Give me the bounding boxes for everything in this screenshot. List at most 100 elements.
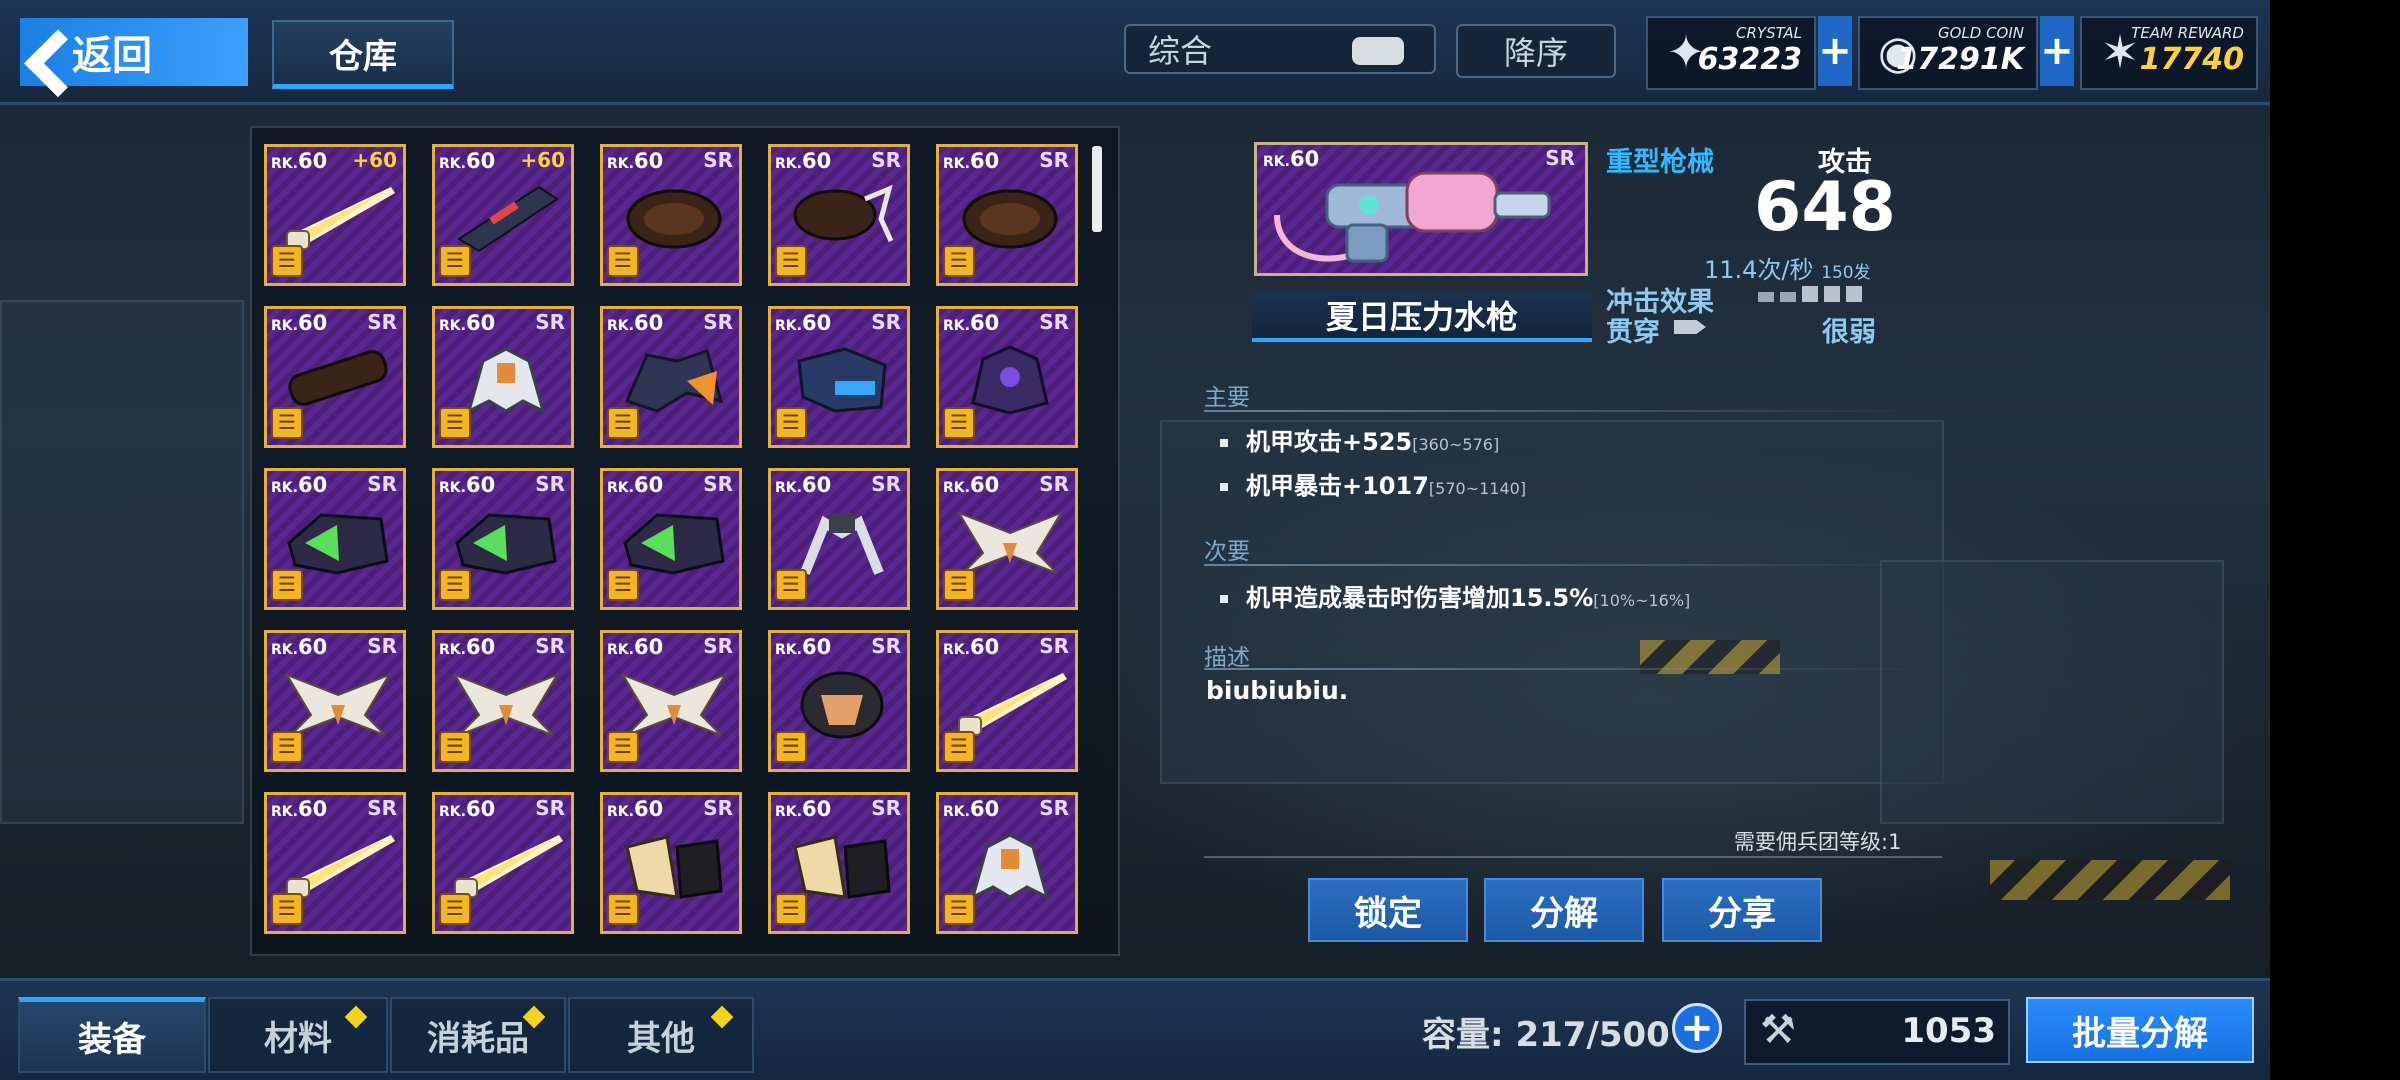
slot-rank: RK.60 [439,149,495,173]
slot-grade: SR [871,634,901,658]
slot-grade: SR [1039,634,1069,658]
slot-grade: SR [871,796,901,820]
inventory-slot[interactable]: RK.60 SR ☰ [432,630,574,772]
inventory-slot[interactable]: RK.60 SR ☰ [600,144,742,286]
beam-icon [449,827,563,903]
inventory-slot[interactable]: RK.60 SR ☰ [432,306,574,448]
back-arrow-icon [20,18,64,86]
rank-prefix: RK. [271,804,298,820]
armor-icon [785,827,899,903]
inventory-slot[interactable]: RK.60 SR ☰ [432,792,574,934]
tab-label: 消耗品 [427,1018,529,1059]
rank-prefix: RK. [943,156,970,172]
inventory-slot[interactable]: RK.60 SR ☰ [936,792,1078,934]
slot-grade: SR [535,634,565,658]
inventory-slot[interactable]: RK.60 SR ☰ [936,144,1078,286]
inventory-slot[interactable]: RK.60 SR ☰ [600,630,742,772]
rank-value: 60 [801,635,832,659]
lock-button[interactable]: 锁定 [1308,878,1468,942]
slot-grade: SR [703,634,733,658]
fist-icon [953,179,1067,255]
slot-rank: RK.60 [775,797,831,821]
slot-grade: SR [703,310,733,334]
sub-stat-text: 机甲造成暴击时伤害增加15.5% [1246,584,1594,612]
inventory-slot[interactable]: RK.60 SR ☰ [768,792,910,934]
main-stat: 机甲暴击+1017[570~1140] [1220,466,1526,501]
beam-icon [953,665,1067,741]
rank-value: 60 [465,797,496,821]
crystal-add-button[interactable]: + [1818,16,1852,86]
slot-rank: RK.60 [775,635,831,659]
tab-warehouse[interactable]: 仓库 [272,20,454,89]
fire-rate: 11.4次/秒 150发 [1704,250,1871,285]
slot-grade: SR [535,472,565,496]
mech-orange-icon [617,341,731,417]
inventory-scrollbar[interactable] [1092,146,1102,232]
inventory-slot[interactable]: RK.60 SR ☰ [264,630,406,772]
section-divider [1204,564,1924,566]
tab-materials[interactable]: 材料 [208,997,388,1073]
slot-rank: RK.60 [607,311,663,335]
rank-value: 60 [633,473,664,497]
batch-dismantle-button[interactable]: 批量分解 [2026,997,2254,1063]
expand-capacity-button[interactable]: + [1672,1003,1722,1053]
capacity-label: 容量: [1422,1015,1504,1055]
inventory-slot[interactable]: RK.60 SR ☰ [936,306,1078,448]
rank-value: 60 [465,473,496,497]
inventory-slot[interactable]: RK.60 SR ☰ [264,792,406,934]
inventory-slot[interactable]: RK.60 SR ☰ [264,306,406,448]
slot-rank: RK.60 [439,797,495,821]
back-button[interactable]: 返回 [20,18,248,86]
rank-value: 60 [801,797,832,821]
inventory-slot[interactable]: RK.60 SR ☰ [936,630,1078,772]
slot-rank: RK.60 [775,311,831,335]
inventory-slot[interactable]: RK.60 SR ☰ [768,144,910,286]
inventory-slot[interactable]: RK.60 SR ☰ [600,792,742,934]
order-button[interactable]: 降序 [1456,24,1616,78]
equip-badge-icon: ☰ [943,569,975,601]
beam-icon [281,827,395,903]
inventory-slot[interactable]: RK.60 SR ☰ [600,306,742,448]
rank-prefix: RK. [775,318,802,334]
impact-meter [1758,286,1862,302]
gold-coin-add-button[interactable]: + [2040,16,2074,86]
inventory-slot[interactable]: RK.60 SR ☰ [768,630,910,772]
share-button[interactable]: 分享 [1662,878,1822,942]
slot-rank: RK.60 [943,797,999,821]
inventory-slot[interactable]: RK.60 SR ☰ [432,468,574,610]
impact-segment [1846,286,1862,302]
rank-prefix: RK. [439,480,466,496]
inventory-slot[interactable]: RK.60 SR ☰ [768,306,910,448]
tab-other[interactable]: 其他 [568,997,754,1073]
inventory-slot[interactable]: RK.60 +60 ☰ [264,144,406,286]
weapon-type: 重型枪械 [1606,147,1714,178]
rank-prefix: RK. [271,318,298,334]
equip-badge-icon: ☰ [439,731,471,763]
inventory-slot[interactable]: RK.60 +60 ☰ [432,144,574,286]
sort-dropdown[interactable]: 综合 [1124,24,1436,74]
inventory-slot[interactable]: RK.60 SR ☰ [600,468,742,610]
slot-grade: SR [535,796,565,820]
slot-rank: RK.60 [607,635,663,659]
rank-value: 60 [633,311,664,335]
fire-rate-value: 11.4次/秒 [1704,256,1814,284]
impact-segment [1824,286,1840,302]
rank-prefix: RK. [271,480,298,496]
rank-value: 60 [297,473,328,497]
slot-grade: SR [367,634,397,658]
sub-stat: 机甲造成暴击时伤害增加15.5%[10%~16%] [1220,578,1690,613]
rank-value: 60 [969,473,1000,497]
bottom-bar: 装备 材料 消耗品 其他 容量: 217/500 + ⚒ 1053 批量分解 [0,978,2270,1080]
inventory-slot[interactable]: RK.60 SR ☰ [264,468,406,610]
equip-badge-icon: ☰ [775,407,807,439]
slot-grade: +60 [520,148,565,172]
fist-icon [617,179,731,255]
inventory-slot[interactable]: RK.60 SR ☰ [768,468,910,610]
rank-prefix: RK. [943,318,970,334]
mech-purple-icon [953,341,1067,417]
dismantle-button[interactable]: 分解 [1484,878,1644,942]
tab-consumables[interactable]: 消耗品 [390,997,566,1073]
tab-equipment[interactable]: 装备 [18,997,206,1073]
inventory-slot[interactable]: RK.60 SR ☰ [936,468,1078,610]
rank-value: 60 [801,311,832,335]
